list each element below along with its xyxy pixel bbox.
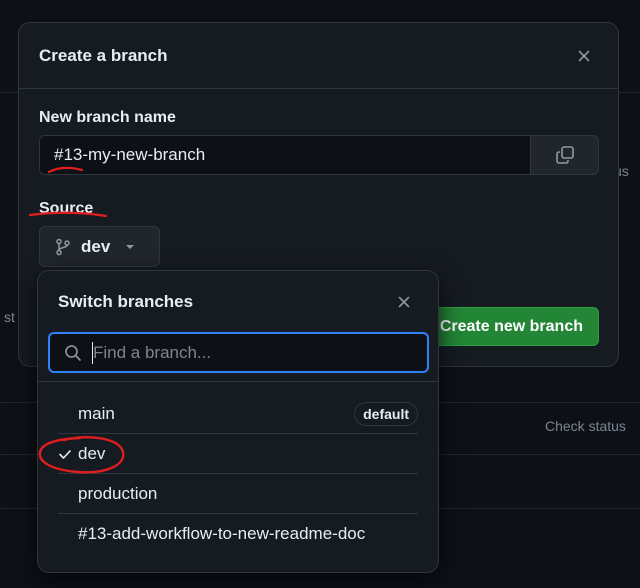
dialog-title: Create a branch xyxy=(39,45,168,65)
check-icon xyxy=(59,450,71,459)
branch-item-label: production xyxy=(78,483,158,503)
source-branch-label: dev xyxy=(81,236,111,256)
default-badge: default xyxy=(354,401,418,426)
branch-item-production[interactable]: production xyxy=(58,474,418,514)
branch-search-input[interactable] xyxy=(93,342,427,363)
dialog-close-button[interactable] xyxy=(570,42,598,70)
copy-button[interactable] xyxy=(530,135,599,175)
branch-item-label: main xyxy=(78,403,115,423)
switcher-title: Switch branches xyxy=(58,292,194,311)
new-branch-name-label: New branch name xyxy=(39,109,176,126)
triangle-down-icon xyxy=(126,244,135,249)
branch-item-main[interactable]: main default xyxy=(58,394,418,434)
branch-item-dev[interactable]: dev xyxy=(58,434,418,474)
close-icon xyxy=(398,296,410,308)
copy-icon xyxy=(555,146,574,164)
branch-switcher-dropdown: Switch branches main default dev product… xyxy=(37,270,439,573)
dialog-header: Create a branch xyxy=(19,23,618,89)
branch-name-input[interactable] xyxy=(39,135,530,175)
switcher-header: Switch branches xyxy=(38,271,438,333)
bg-check-status: Check status xyxy=(545,418,626,434)
bg-status-fragment: st xyxy=(4,309,15,325)
branch-item-13-add-workflow[interactable]: #13-add-workflow-to-new-readme-doc xyxy=(58,514,418,554)
close-icon xyxy=(578,50,590,61)
branch-name-field xyxy=(39,135,599,175)
switcher-close-button[interactable] xyxy=(390,288,418,316)
switcher-divider xyxy=(38,381,438,382)
create-branch-button[interactable]: Create new branch xyxy=(421,307,599,346)
branch-item-label: dev xyxy=(78,443,106,463)
search-icon xyxy=(65,344,81,361)
source-label: Source xyxy=(39,200,94,217)
branch-search-box xyxy=(48,332,429,373)
git-branch-icon xyxy=(56,238,70,255)
source-branch-button[interactable]: dev xyxy=(39,226,160,267)
branch-item-label: #13-add-workflow-to-new-readme-doc xyxy=(78,524,366,543)
branch-list: main default dev production #13-add-work… xyxy=(38,394,438,554)
